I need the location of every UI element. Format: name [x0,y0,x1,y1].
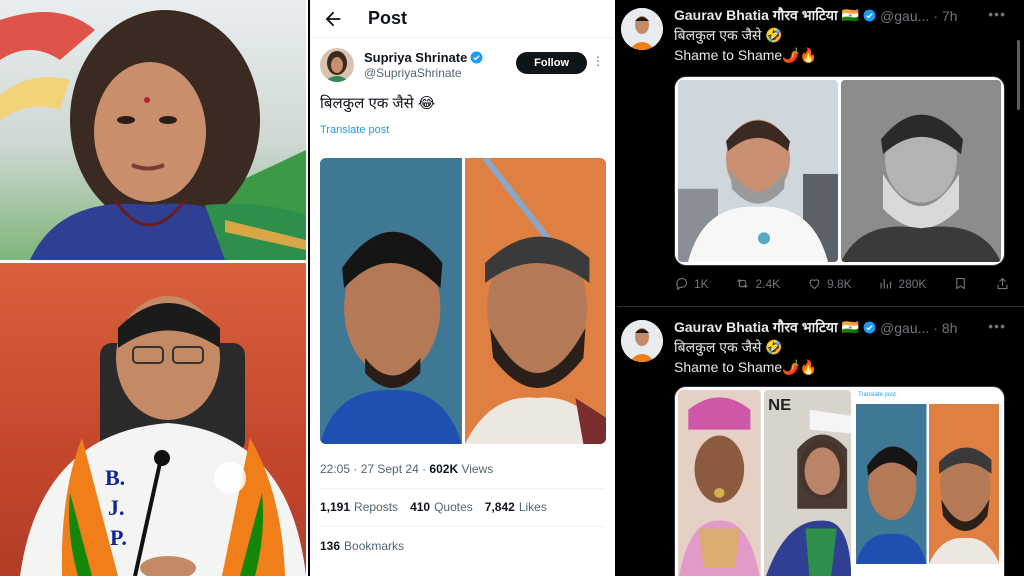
likes-count: 7,842 [484,500,515,514]
back-arrow-icon[interactable] [322,8,344,30]
avatar[interactable] [320,48,354,82]
svg-text:NE: NE [768,396,791,414]
flag-icon: 🇮🇳 [841,319,860,335]
quotes-label: Quotes [434,500,473,514]
media-image-woman-white-cap[interactable]: NE [763,390,851,576]
tweet-header: Gaurav Bhatia गौरव भाटिया 🇮🇳 @gau... · 7… [674,6,957,25]
flag-icon: 🇮🇳 [841,7,860,23]
avatar[interactable] [621,8,663,50]
bookmark-action[interactable] [953,276,968,291]
tweet-author-name[interactable]: Gaurav Bhatia गौरव भाटिया [674,318,838,337]
tweet-actions: 1K 2.4K 9.8K 280K [674,276,1010,291]
tweet-handle[interactable]: @gau... [880,8,929,24]
quotes-stat[interactable]: 410 Quotes [410,500,473,514]
verified-badge-icon [863,9,876,22]
verified-badge-icon [863,321,876,334]
like-action[interactable]: 9.8K [807,276,852,291]
embedded-image-bearded-man [928,404,1000,564]
media-image-man-gray-beard[interactable] [841,80,1001,262]
reply-action[interactable]: 1K [674,276,709,291]
verified-badge-icon [470,51,483,64]
tweet-media[interactable]: NE Translate post [674,386,1005,576]
tweet-text-line-1: बिलकुल एक जैसे 🤣 [674,27,783,43]
heart-icon [809,279,820,290]
bookmarks-label: Bookmarks [344,539,405,553]
bookmarks-count: 136 [320,539,341,553]
likes-label: Likes [518,500,547,514]
tweet-handle[interactable]: @gau... [880,320,929,336]
reposts-stat[interactable]: 1,191 Reposts [320,500,398,514]
man-press-illustration: B. J. P. [20,296,306,576]
photo-woman-portrait [0,0,306,260]
share-action[interactable] [995,276,1010,291]
post-time[interactable]: 22:05 · 27 Sept 24 · [320,462,426,476]
share-icon [997,277,1008,290]
page-title: Post [368,8,408,28]
light-post-panel: Post Supriya Shrinate @SupriyaShrinate F… [310,0,615,576]
tweet-text-line-2: Shame to Shame🌶️🔥 [674,47,818,63]
views-count: 280K [898,276,927,291]
woman-portrait-illustration [0,10,306,260]
media-image-man-white-shirt[interactable] [678,80,838,262]
tweet-text-line-2: Shame to Shame🌶️🔥 [674,359,818,375]
tweet-media[interactable] [674,76,1005,266]
embedded-translate-link: Translate post [858,392,896,398]
reposts-count: 1,191 [320,500,351,514]
more-options-icon[interactable]: ⋮ [592,54,605,68]
tweet-time[interactable]: · 7h [933,8,957,24]
likes-stat[interactable]: 7,842 Likes [485,500,547,514]
tweet-time[interactable]: · 8h [933,320,957,336]
quotes-count: 410 [410,500,431,514]
author-handle[interactable]: @SupriyaShrinate [364,66,483,80]
author-name-row[interactable]: Supriya Shrinate [364,50,483,65]
follow-button[interactable]: Follow [516,52,587,74]
reposts-label: Reposts [354,500,399,514]
photo-man-press-conference: B. J. P. [0,263,306,576]
tweet-header: Gaurav Bhatia गौरव भाटिया 🇮🇳 @gau... · 8… [674,318,957,337]
views-label: Views [461,462,494,476]
media-image-young-man[interactable] [320,158,462,444]
media-image-costumed-man[interactable] [678,390,761,576]
media-image-bearded-man[interactable] [464,158,606,444]
translate-post-link[interactable]: Translate post [310,114,615,136]
avatar[interactable] [621,320,663,362]
post-timestamp-views: 22:05 · 27 Sept 24 · 602K Views [320,462,493,476]
reply-icon [676,277,688,291]
divider [320,526,605,527]
post-media[interactable] [320,158,606,444]
reply-count: 1K [694,276,709,291]
views-count: 602K [429,462,459,476]
scrollbar[interactable] [1017,40,1020,110]
author-row: Supriya Shrinate @SupriyaShrinate Follow… [310,38,615,82]
tweet-text-line-1: बिलकुल एक जैसे 🤣 [674,339,783,355]
photo-collage: B. J. P. [0,0,308,576]
tweet-separator [617,306,1024,307]
dark-tweets-panel: Gaurav Bhatia गौरव भाटिया 🇮🇳 @gau... · 7… [617,0,1024,576]
media-image-embedded-post[interactable]: Translate post [854,390,1002,576]
author-name[interactable]: Supriya Shrinate [364,50,467,65]
engagement-stats: 1,191 Reposts 410 Quotes 7,842 Likes [320,500,547,514]
bookmark-icon [956,277,966,290]
post-text: बिलकुल एक जैसे 😂 [320,95,436,112]
views-action[interactable]: 280K [878,276,926,291]
more-options-icon[interactable]: ••• [988,6,1006,22]
post-header: Post [310,0,615,38]
retweet-icon [737,278,749,289]
bookmarks-stat[interactable]: 136 Bookmarks [320,539,404,553]
retweet-count: 2.4K [755,276,781,291]
more-options-icon[interactable]: ••• [988,318,1006,334]
tweet-author-name[interactable]: Gaurav Bhatia गौरव भाटिया [674,6,838,25]
embedded-image-young-man [856,404,927,564]
divider [320,488,605,489]
like-count: 9.8K [826,276,852,291]
retweet-action[interactable]: 2.4K [735,276,780,291]
views-chart-icon [880,279,892,289]
